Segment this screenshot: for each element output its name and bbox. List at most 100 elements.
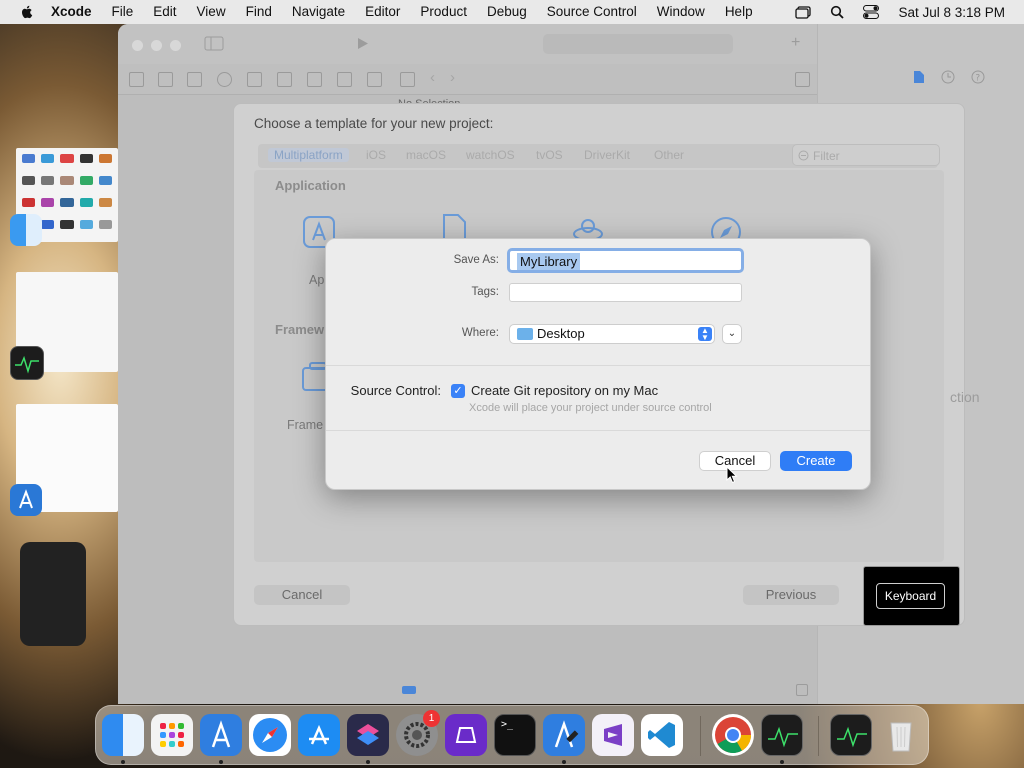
- running-indicator: [219, 760, 223, 764]
- file-inspector-icon[interactable]: [913, 70, 925, 84]
- svg-text:?: ?: [975, 74, 980, 84]
- dialog-divider-bottom: [326, 430, 870, 431]
- breakpoint-icon[interactable]: [337, 72, 352, 87]
- dock-safari-icon[interactable]: [249, 714, 291, 756]
- folder-icon[interactable]: [129, 72, 144, 87]
- back-icon[interactable]: ‹: [430, 69, 435, 86]
- running-indicator: [562, 760, 566, 764]
- dock-app-store-icon[interactable]: [298, 714, 340, 756]
- menu-app-name[interactable]: Xcode: [51, 0, 102, 24]
- control-center-icon[interactable]: [862, 5, 880, 19]
- tab-watchos[interactable]: watchOS: [466, 148, 515, 162]
- find-icon[interactable]: [217, 72, 232, 87]
- stage-manager-icon[interactable]: [794, 5, 812, 19]
- running-indicator: [780, 760, 784, 764]
- filter-indicator-icon[interactable]: [402, 686, 416, 694]
- dock-divider: [700, 716, 701, 756]
- menu-navigate[interactable]: Navigate: [282, 0, 355, 24]
- grid-icon[interactable]: [400, 72, 415, 87]
- desktop-folder-icon: [517, 328, 533, 340]
- save-project-dialog: Save As: MyLibrary Tags: Where: Desktop …: [325, 238, 871, 490]
- menu-find[interactable]: Find: [236, 0, 282, 24]
- test-icon[interactable]: [277, 72, 292, 87]
- section-framework: Framew: [275, 322, 325, 337]
- where-value: Desktop: [537, 326, 585, 341]
- framework-template-label: Frame: [287, 418, 324, 432]
- sheet-cancel-button[interactable]: Cancel: [254, 585, 350, 605]
- minimize-window-button[interactable]: [151, 40, 162, 51]
- menu-clock[interactable]: Sat Jul 8 3:18 PM: [898, 5, 1005, 20]
- template-sheet-title: Choose a template for your new project:: [254, 116, 494, 131]
- where-label: Where:: [461, 327, 499, 339]
- mouse-pointer-icon: [726, 466, 738, 484]
- menu-window[interactable]: Window: [647, 0, 715, 24]
- tab-ios[interactable]: iOS: [366, 148, 386, 162]
- menu-editor[interactable]: Editor: [355, 0, 410, 24]
- dock-vscode-icon[interactable]: [641, 714, 683, 756]
- where-popup[interactable]: Desktop ▲ ▼: [509, 324, 715, 344]
- dock-launchpad-icon[interactable]: [151, 714, 193, 756]
- forward-icon[interactable]: ›: [450, 69, 455, 86]
- dock-simulator-icon[interactable]: [445, 714, 487, 756]
- window-controls: [132, 40, 181, 51]
- menu-source-control[interactable]: Source Control: [537, 0, 647, 24]
- apple-menu-icon[interactable]: [19, 4, 35, 20]
- run-icon[interactable]: [357, 37, 369, 50]
- keyboard-overlay: Keyboard: [863, 566, 960, 626]
- popup-stepper-icon: ▲ ▼: [698, 327, 712, 342]
- editor-options-icon[interactable]: [795, 72, 810, 87]
- dock-shortcuts-icon[interactable]: [347, 714, 389, 756]
- report-icon[interactable]: [367, 72, 382, 87]
- dock: 1 >_: [95, 705, 929, 765]
- dock-recent-activity-monitor-icon[interactable]: [830, 714, 872, 756]
- issue-icon[interactable]: [247, 72, 262, 87]
- activity-monitor-icon: [10, 346, 44, 380]
- tab-driverkit[interactable]: DriverKit: [584, 148, 630, 162]
- dock-trash-icon[interactable]: [880, 714, 922, 756]
- debug-area-icon[interactable]: [796, 684, 808, 696]
- settings-update-badge: 1: [423, 710, 440, 727]
- git-checkbox[interactable]: ✓: [451, 384, 465, 398]
- menu-debug[interactable]: Debug: [477, 0, 537, 24]
- menu-view[interactable]: View: [187, 0, 236, 24]
- zoom-window-button[interactable]: [170, 40, 181, 51]
- git-checkbox-label[interactable]: Create Git repository on my Mac: [471, 383, 658, 398]
- filter-icon: [798, 150, 809, 161]
- dock-chrome-icon[interactable]: [712, 714, 754, 756]
- history-inspector-icon[interactable]: [941, 70, 955, 84]
- spotlight-search-icon[interactable]: [828, 5, 846, 19]
- menu-help[interactable]: Help: [715, 0, 763, 24]
- debug-icon[interactable]: [307, 72, 322, 87]
- dock-visual-studio-icon[interactable]: [592, 714, 634, 756]
- template-filter-input[interactable]: Filter: [792, 144, 940, 166]
- add-icon[interactable]: +: [791, 34, 800, 52]
- menu-file[interactable]: File: [102, 0, 144, 24]
- dock-terminal-icon[interactable]: >_: [494, 714, 536, 756]
- menu-edit[interactable]: Edit: [143, 0, 186, 24]
- xcode-icon: [10, 484, 42, 516]
- tab-other[interactable]: Other: [654, 148, 684, 162]
- editor-bottom-bar: [390, 678, 820, 704]
- create-button[interactable]: Create: [780, 451, 852, 471]
- tab-multiplatform[interactable]: Multiplatform: [268, 148, 349, 162]
- dock-instruments-icon[interactable]: [543, 714, 585, 756]
- git-hint-text: Xcode will place your project under sour…: [469, 402, 712, 414]
- expand-browser-button[interactable]: ⌄: [722, 324, 742, 344]
- keyboard-key-label: Keyboard: [876, 583, 945, 609]
- close-window-button[interactable]: [132, 40, 143, 51]
- symbol-icon[interactable]: [187, 72, 202, 87]
- dock-finder-icon[interactable]: [102, 714, 144, 756]
- save-as-field[interactable]: MyLibrary: [507, 248, 744, 273]
- dock-activity-monitor-icon[interactable]: [761, 714, 803, 756]
- tab-tvos[interactable]: tvOS: [536, 148, 563, 162]
- dock-xcode-icon[interactable]: [200, 714, 242, 756]
- source-control-icon[interactable]: [158, 72, 173, 87]
- stage-window-simulator[interactable]: [20, 542, 86, 646]
- help-inspector-icon[interactable]: ?: [971, 70, 985, 84]
- running-indicator: [366, 760, 370, 764]
- tags-field[interactable]: [509, 283, 742, 302]
- sheet-previous-button[interactable]: Previous: [743, 585, 839, 605]
- sidebar-toggle-icon[interactable]: [204, 36, 224, 51]
- menu-product[interactable]: Product: [410, 0, 477, 24]
- tab-macos[interactable]: macOS: [406, 148, 446, 162]
